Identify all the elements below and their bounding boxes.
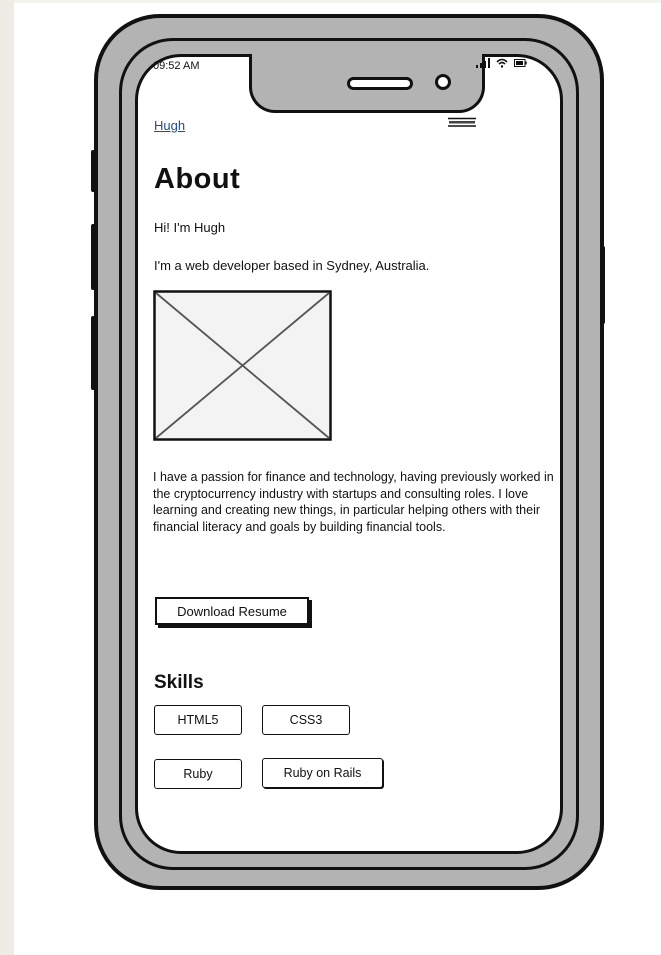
page-title: About bbox=[154, 163, 241, 195]
intro-text: I'm a web developer based in Sydney, Aus… bbox=[154, 258, 430, 273]
greeting-text: Hi! I'm Hugh bbox=[154, 220, 226, 235]
battery-icon bbox=[514, 59, 527, 67]
status-icons bbox=[476, 56, 527, 70]
canvas-background bbox=[0, 0, 14, 955]
download-resume-button[interactable]: Download Resume bbox=[155, 597, 309, 625]
wifi-icon bbox=[496, 58, 508, 68]
image-placeholder-icon bbox=[153, 290, 332, 441]
brand-link[interactable]: Hugh bbox=[154, 118, 185, 133]
skill-tag-css3: CSS3 bbox=[262, 705, 350, 735]
canvas-top-edge bbox=[14, 0, 661, 3]
camera-icon bbox=[435, 74, 451, 90]
skills-heading: Skills bbox=[154, 672, 204, 693]
skill-tag-ruby-on-rails: Ruby on Rails bbox=[262, 758, 383, 788]
hamburger-menu-icon[interactable] bbox=[447, 117, 477, 127]
bio-paragraph: I have a passion for finance and technol… bbox=[153, 470, 554, 534]
skill-tag-ruby: Ruby bbox=[154, 759, 242, 789]
speaker-icon bbox=[347, 77, 413, 90]
skill-tag-html5: HTML5 bbox=[154, 705, 242, 735]
signal-icon bbox=[476, 58, 490, 68]
notch bbox=[249, 54, 485, 113]
status-time: 09:52 AM bbox=[153, 60, 200, 72]
